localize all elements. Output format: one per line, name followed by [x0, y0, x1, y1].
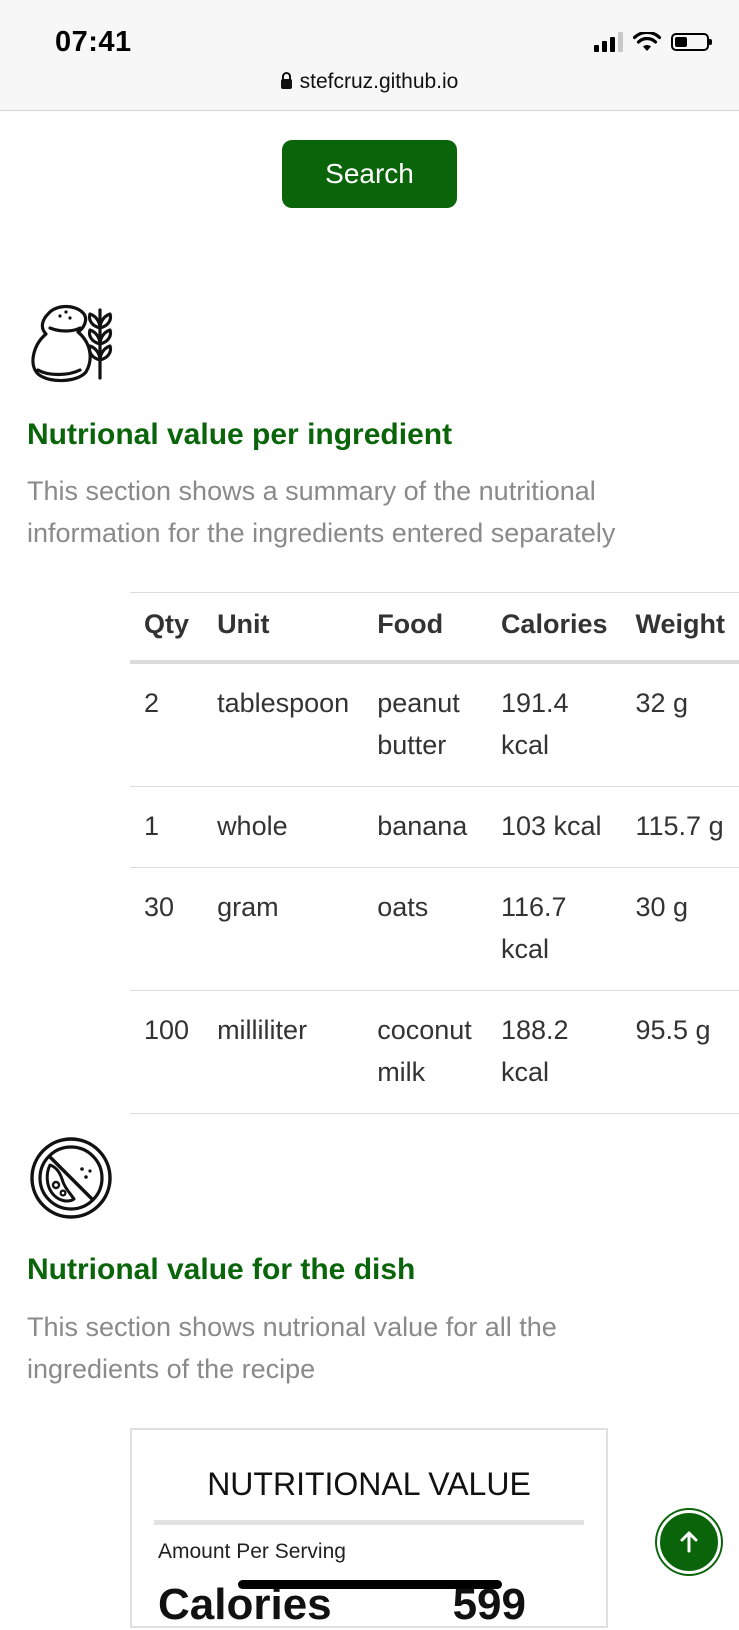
search-button[interactable]: Search	[282, 140, 457, 208]
cell-qty: 30	[130, 868, 203, 991]
cell-food: coconut milk	[363, 991, 487, 1114]
table-row: 1 whole banana 103 kcal 115.7 g	[130, 787, 739, 868]
ingredients-table: Qty Unit Food Calories Weight 2 tablespo…	[130, 592, 739, 1114]
nutrition-label: NUTRITIONAL VALUE Amount Per Serving Cal…	[130, 1428, 608, 1628]
col-unit: Unit	[203, 593, 363, 663]
cell-food: banana	[363, 787, 487, 868]
battery-icon	[671, 33, 709, 51]
table-row: 100 milliliter coconut milk 188.2 kcal 9…	[130, 991, 739, 1114]
no-allergen-icon	[28, 1135, 114, 1221]
cell-weight: 115.7 g	[622, 787, 739, 868]
cell-calories: 116.7 kcal	[487, 868, 622, 991]
col-qty: Qty	[130, 593, 203, 663]
status-icons	[594, 32, 709, 52]
nutrition-label-divider	[154, 1520, 584, 1525]
scroll-to-top-button[interactable]	[657, 1510, 721, 1574]
cell-weight: 95.5 g	[622, 991, 739, 1114]
cell-calories: 191.4 kcal	[487, 662, 622, 787]
col-calories: Calories	[487, 593, 622, 663]
dish-section-title: Nutrional value for the dish	[27, 1253, 415, 1287]
cell-qty: 1	[130, 787, 203, 868]
col-food: Food	[363, 593, 487, 663]
lock-icon	[281, 79, 292, 89]
cell-unit: gram	[203, 868, 363, 991]
cell-qty: 100	[130, 991, 203, 1114]
address-bar[interactable]: stefcruz.github.io	[0, 70, 739, 94]
cell-food: oats	[363, 868, 487, 991]
cell-weight: 30 g	[622, 868, 739, 991]
status-time: 07:41	[55, 26, 132, 59]
dish-section-description: This section shows nutrional value for a…	[27, 1306, 687, 1390]
ingredients-section-title: Nutrional value per ingredient	[27, 418, 452, 452]
cell-weight: 32 g	[622, 662, 739, 787]
table-row: 30 gram oats 116.7 kcal 30 g	[130, 868, 739, 991]
wifi-icon	[633, 32, 661, 52]
cell-calories: 188.2 kcal	[487, 991, 622, 1114]
signal-icon	[594, 32, 623, 52]
cell-calories: 103 kcal	[487, 787, 622, 868]
status-bar: 07:41 stefcruz.github.io	[0, 0, 739, 111]
ingredients-section-description: This section shows a summary of the nutr…	[27, 470, 687, 554]
cell-unit: whole	[203, 787, 363, 868]
nutrition-label-title: NUTRITIONAL VALUE	[132, 1466, 606, 1503]
cell-qty: 2	[130, 662, 203, 787]
url-text: stefcruz.github.io	[300, 70, 459, 93]
table-header-row: Qty Unit Food Calories Weight	[130, 593, 739, 663]
amount-per-serving-label: Amount Per Serving	[158, 1540, 346, 1564]
cell-unit: milliliter	[203, 991, 363, 1114]
col-weight: Weight	[622, 593, 739, 663]
arrow-up-icon	[676, 1529, 702, 1555]
flour-bag-wheat-icon	[28, 298, 114, 388]
cell-food: peanut butter	[363, 662, 487, 787]
table-row: 2 tablespoon peanut butter 191.4 kcal 32…	[130, 662, 739, 787]
cell-unit: tablespoon	[203, 662, 363, 787]
home-indicator[interactable]	[238, 1580, 502, 1589]
